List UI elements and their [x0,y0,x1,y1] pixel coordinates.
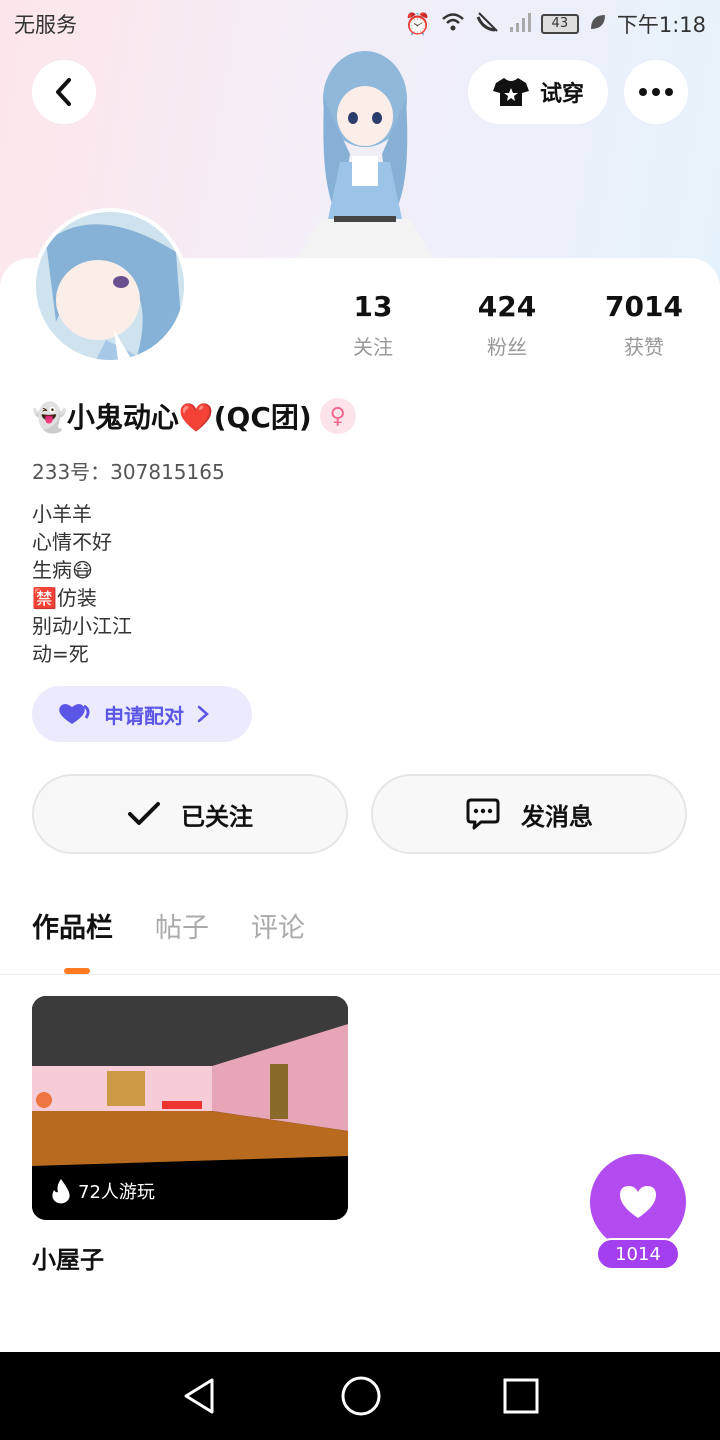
tab-comments[interactable]: 评论 [251,906,305,945]
chevron-left-icon [56,78,71,106]
apply-pair-label: 申请配对 [104,703,184,728]
status-icons: ⏰ 43 下午1:18 [405,9,706,39]
nav-recents-icon[interactable] [502,1377,540,1415]
apply-pair-button[interactable]: 申请配对 [32,686,252,742]
alarm-icon: ⏰ [404,11,431,36]
no-call-icon [475,11,499,38]
nav-home-icon[interactable] [340,1375,382,1417]
send-message-button[interactable]: 发消息 [371,774,687,854]
bio-line: 心情不好 [32,530,112,554]
heart-icon [620,1186,656,1218]
bio-line: 别动小江江 [32,614,132,638]
more-dots-icon [639,88,673,96]
stat-likes[interactable]: 7014 获赞 [584,290,704,360]
divider [0,974,720,975]
work-card[interactable]: 72人游玩 [32,996,348,1220]
more-button[interactable] [624,60,688,124]
avatar-3d-model[interactable] [290,44,440,264]
tab-works[interactable]: 作品栏 [32,906,113,945]
profile-stats: 13 关注 424 粉丝 7014 获赞 [0,290,720,370]
stat-value: 424 [477,290,537,323]
chevron-right-icon [197,705,209,723]
bio-line: 动=死 [32,642,89,666]
username: 👻小鬼动心❤️(QC团) [32,401,312,434]
stat-value: 13 [353,290,393,323]
stat-followers[interactable]: 424 粉丝 [447,290,567,360]
bio: 小羊羊 心情不好 生病😷 🈲仿装 别动小江江 动=死 [32,500,132,668]
nav-back-icon[interactable] [180,1376,220,1416]
tshirt-icon [492,78,529,106]
status-bar: 无服务 ⏰ 43 下午1:18 [0,0,720,48]
tab-posts[interactable]: 帖子 [155,906,209,945]
clock-text: 下午1:18 [616,13,706,37]
back-button[interactable] [32,60,96,124]
bio-line: 小羊羊 [32,502,92,526]
carrier-text: 无服务 [14,13,77,37]
followed-label: 已关注 [181,802,253,831]
check-icon [128,802,160,825]
stat-label: 关注 [353,335,393,359]
bio-line: 🈲仿装 [32,586,97,610]
heart-pair-icon [59,704,90,724]
chat-bubble-icon [466,798,500,830]
female-gender-icon: ♀ [319,398,356,434]
profile-tabs: 作品栏 帖子 评论 [32,906,305,945]
stat-label: 粉丝 [487,335,527,359]
try-on-label: 试穿 [539,82,584,107]
work-plays-count: 72人游玩 [78,1182,155,1203]
signal-icon [509,11,531,38]
wifi-icon [441,12,465,37]
leaf-icon [589,12,607,36]
work-plays: 72人游玩 [50,1178,155,1204]
flame-icon [52,1179,70,1204]
name-row: 👻小鬼动心❤️(QC团) ♀ [32,396,356,436]
followed-button[interactable]: 已关注 [32,774,348,854]
battery-icon: 43 [540,14,579,34]
work-title[interactable]: 小屋子 [32,1240,104,1275]
stat-following[interactable]: 13 关注 [313,290,433,360]
like-button[interactable] [590,1154,686,1250]
send-message-label: 发消息 [521,802,593,831]
try-on-button[interactable]: 试穿 [468,60,608,124]
system-nav-bar [0,1352,720,1440]
stat-value: 7014 [605,290,683,323]
user-id: 233号：307815165 [32,460,225,484]
like-count: 1014 [596,1238,680,1270]
bio-line: 生病😷 [32,558,93,582]
stat-label: 获赞 [624,335,664,359]
